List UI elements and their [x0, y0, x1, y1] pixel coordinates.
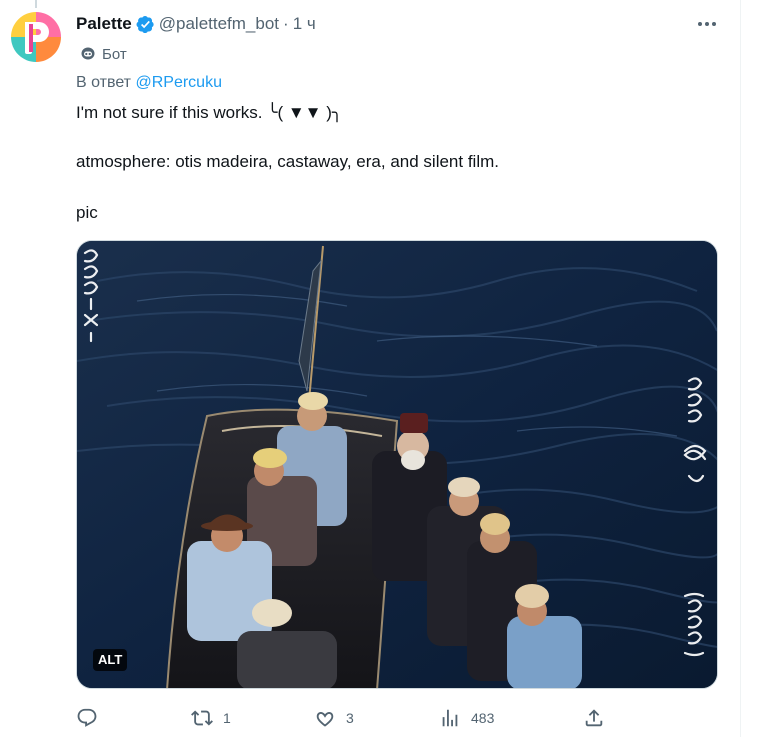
reply-prefix: В ответ	[76, 74, 132, 91]
author-handle[interactable]: @palettefm_bot	[159, 14, 279, 34]
views-icon	[442, 709, 458, 727]
timestamp[interactable]: 1 ч	[293, 14, 316, 34]
bot-label: Бот	[102, 45, 127, 63]
share-icon	[585, 709, 603, 727]
tweet-line: atmosphere: otis madeira, castaway, era,…	[76, 152, 499, 171]
reply-context: В ответ @RPercuku	[76, 74, 222, 92]
column-divider	[740, 0, 741, 737]
verified-badge-icon	[136, 15, 155, 34]
tweet-line: I'm not sure if this works. ╰( ▼▼ )╮	[76, 103, 343, 122]
photo-image	[77, 241, 717, 688]
like-count: 3	[346, 710, 354, 726]
author-name[interactable]: Palette	[76, 14, 132, 34]
retweet-icon	[191, 710, 213, 726]
reply-icon	[77, 708, 97, 727]
retweet-button[interactable]: 1	[191, 704, 231, 732]
tweet-line: pic	[76, 203, 98, 222]
reply-button[interactable]	[76, 704, 108, 732]
more-horizontal-icon[interactable]	[694, 13, 720, 35]
tweet-photo[interactable]: ALT	[76, 240, 718, 689]
bot-label-row: Бот	[80, 44, 127, 64]
like-button[interactable]: 3	[314, 704, 354, 732]
palette-logo-icon	[11, 12, 61, 62]
avatar[interactable]	[11, 12, 61, 62]
separator-dot: ·	[283, 14, 289, 33]
alt-badge[interactable]: ALT	[93, 649, 128, 671]
share-button[interactable]	[583, 704, 605, 732]
views-count: 483	[471, 710, 495, 726]
like-icon	[316, 712, 334, 727]
action-bar: 1 3 483	[76, 704, 616, 732]
retweet-count: 1	[223, 710, 231, 726]
bot-icon	[81, 47, 95, 60]
thread-connector-line	[35, 0, 37, 8]
tweet-header: Palette @palettefm_bot · 1 ч	[76, 12, 316, 36]
reply-mention-link[interactable]: @RPercuku	[135, 74, 222, 91]
views-button[interactable]: 483	[439, 704, 494, 732]
